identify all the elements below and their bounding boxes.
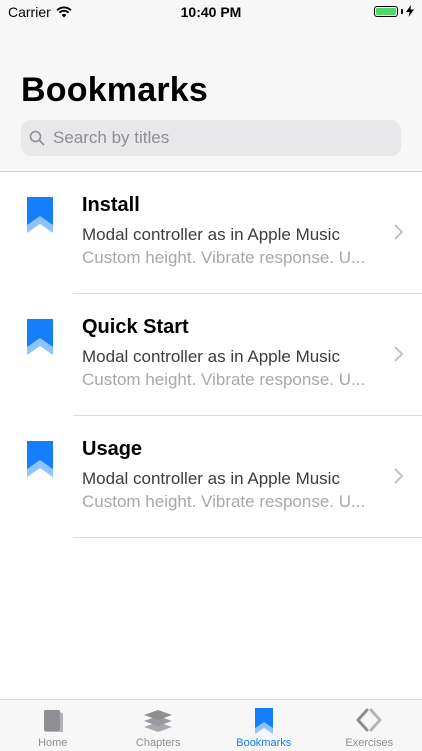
battery-icon [374,6,398,17]
list-item[interactable]: Install Modal controller as in Apple Mus… [0,172,422,294]
bookmark-icon [249,706,279,734]
chevron-right-icon [394,224,404,240]
chevron-right-icon [394,346,404,362]
code-icon [354,706,384,734]
bookmark-icon [27,319,53,355]
bookmark-list: Install Modal controller as in Apple Mus… [0,172,422,538]
book-icon [38,706,68,734]
charging-bolt-icon [406,5,414,17]
tab-bar: Home Chapters Bookmarks Exercises [0,699,422,751]
tab-label: Bookmarks [236,737,291,749]
tab-label: Home [38,737,67,749]
bookmark-icon [27,441,53,477]
status-right [374,5,414,17]
tab-label: Exercises [345,737,393,749]
status-bar: Carrier 10:40 PM [0,0,422,24]
bookmark-icon [27,197,53,233]
tab-home[interactable]: Home [0,700,106,751]
page-title: Bookmarks [21,71,208,110]
tab-label: Chapters [136,737,181,749]
tab-bookmarks[interactable]: Bookmarks [211,700,317,751]
list-item-subtitle: Modal controller as in Apple Music [82,469,340,489]
list-item-title: Install [82,194,140,217]
list-item-subtitle: Modal controller as in Apple Music [82,347,340,367]
battery-nub [401,9,403,14]
search-bar[interactable] [21,120,401,156]
list-item[interactable]: Quick Start Modal controller as in Apple… [0,294,422,416]
layers-icon [143,706,173,734]
list-item-title: Quick Start [82,316,189,339]
list-item-description: Custom height. Vibrate response. U... [82,492,377,512]
list-item-title: Usage [82,438,142,461]
list-item-description: Custom height. Vibrate response. U... [82,248,377,268]
row-separator [73,537,422,538]
tab-exercises[interactable]: Exercises [317,700,422,751]
tab-chapters[interactable]: Chapters [106,700,212,751]
list-item-subtitle: Modal controller as in Apple Music [82,225,340,245]
search-input[interactable] [51,127,385,149]
chevron-right-icon [394,468,404,484]
status-time: 10:40 PM [0,4,422,20]
list-item[interactable]: Usage Modal controller as in Apple Music… [0,416,422,538]
navigation-header: Bookmarks [0,24,422,172]
list-item-description: Custom height. Vibrate response. U... [82,370,377,390]
search-icon [29,130,45,146]
